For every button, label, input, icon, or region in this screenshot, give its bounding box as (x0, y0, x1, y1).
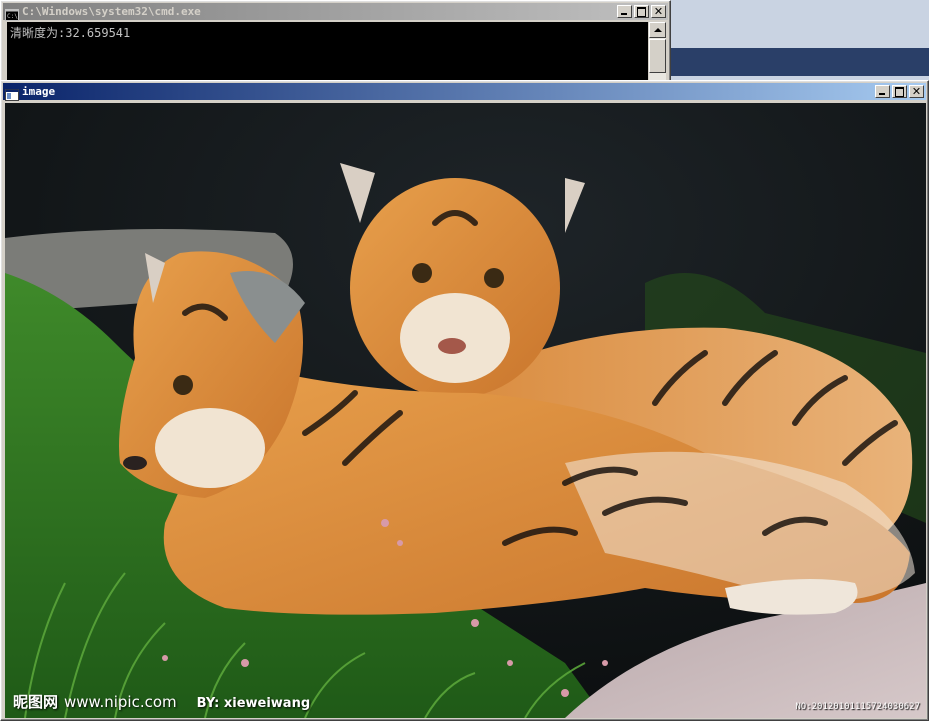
image-id-stamp: NO:20120101115724030627 (795, 702, 920, 712)
close-icon: ✕ (653, 5, 664, 18)
close-button[interactable]: ✕ (909, 85, 924, 98)
scroll-up-button[interactable] (649, 22, 666, 38)
image-titlebar[interactable]: image ✕ (3, 83, 926, 101)
svg-text:C:\: C:\ (7, 13, 18, 20)
close-button[interactable]: ✕ (651, 5, 666, 18)
cmd-window[interactable]: C:\ C:\Windows\system32\cmd.exe ✕ 清晰度为:3… (0, 0, 671, 82)
image-title: image (22, 85, 56, 98)
cmd-title: C:\Windows\system32\cmd.exe (22, 5, 201, 18)
minimize-icon (879, 93, 885, 95)
maximize-button[interactable] (634, 5, 649, 18)
two-tiger-cubs-photo (5, 103, 926, 718)
minimize-button[interactable] (617, 5, 632, 18)
console-output-area[interactable]: 清晰度为:32.659541 (7, 22, 648, 80)
maximize-icon (637, 7, 646, 17)
console-icon: C:\ (5, 6, 19, 21)
maximize-button[interactable] (892, 85, 907, 98)
watermark-brand: 昵图网 (13, 693, 59, 711)
console-output-line: 清晰度为:32.659541 (10, 26, 131, 40)
photo-watermark: 昵图网 www.nipic.com BY: xieweiwang (13, 691, 310, 712)
scrollbar-thumb[interactable] (649, 39, 666, 73)
minimize-button[interactable] (875, 85, 890, 98)
cmd-titlebar[interactable]: C:\ C:\Windows\system32\cmd.exe ✕ (3, 3, 668, 21)
console-scrollbar[interactable] (649, 22, 666, 80)
watermark-url: www.nipic.com (64, 693, 177, 711)
image-display-area[interactable]: 昵图网 www.nipic.com BY: xieweiwang NO:201201… (5, 103, 926, 718)
watermark-author: BY: xieweiwang (196, 696, 311, 711)
maximize-icon (895, 87, 904, 97)
image-window[interactable]: image ✕ 昵图网 www.nipic.com BY: xieweiwang… (0, 80, 929, 721)
image-window-icon (5, 86, 19, 101)
scroll-up-icon (653, 28, 662, 32)
close-icon: ✕ (911, 85, 922, 98)
minimize-icon (621, 13, 627, 15)
